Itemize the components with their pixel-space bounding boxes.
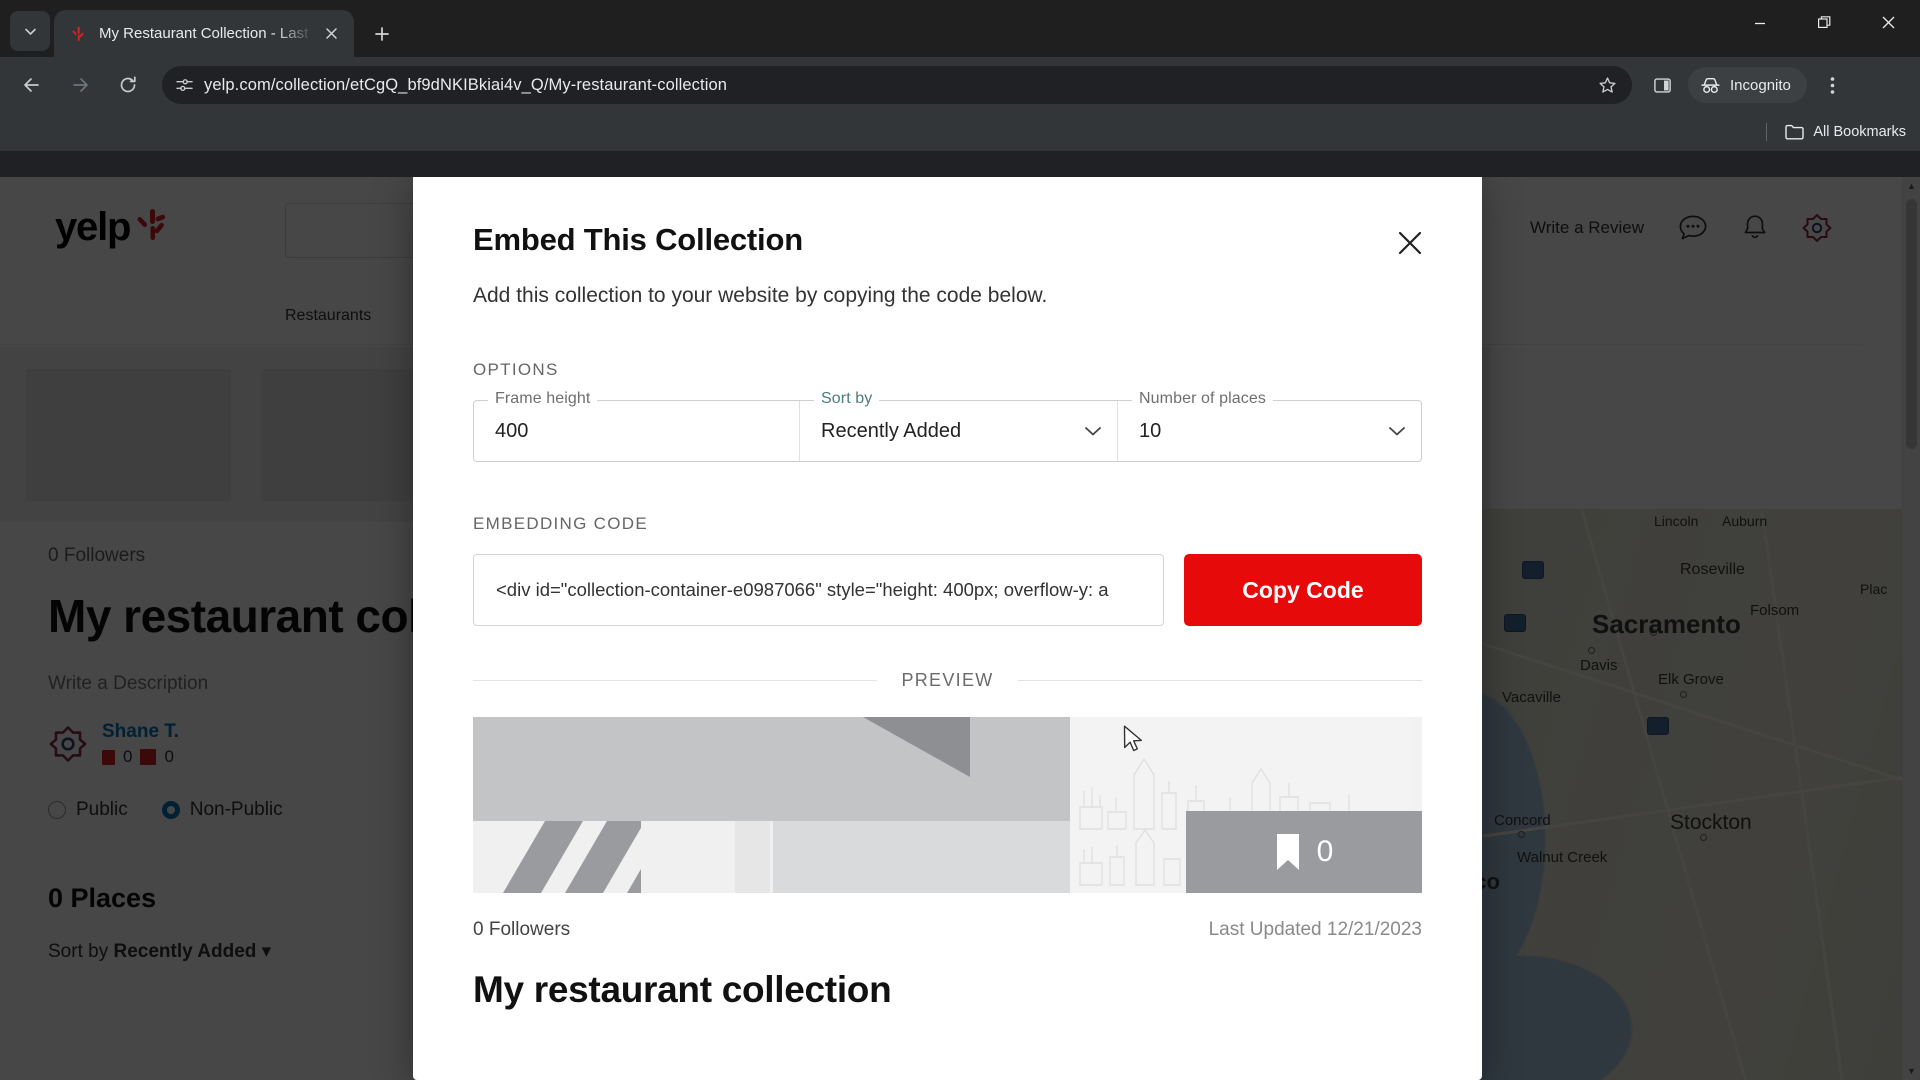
yelp-favicon-icon [70,25,88,43]
page-viewport: yelp [0,177,1920,1080]
reload-button[interactable] [108,65,148,105]
sort-by-legend: Sort by [814,390,880,408]
tab-strip: My Restaurant Collection - Last [0,0,1920,57]
preview-last-updated: Last Updated 12/21/2023 [1208,919,1422,940]
bookmarks-bar: All Bookmarks [0,113,1920,151]
browser-tab[interactable]: My Restaurant Collection - Last [54,10,354,57]
bookmark-icon [1276,834,1299,870]
all-bookmarks-button[interactable]: All Bookmarks [1785,124,1906,140]
options-section-label: OPTIONS [473,360,559,379]
tab-title: My Restaurant Collection - Last [99,25,309,42]
preview-followers: 0 Followers [473,919,571,940]
preview-skyline-placeholder: 0 [1070,717,1422,893]
divider-line-left [473,680,878,681]
minimize-button[interactable] [1728,0,1792,45]
preview-card: 0 0 Followers Last Updated 12/21/2023 My… [473,717,1422,1011]
chevron-down-icon[interactable] [1373,425,1421,437]
back-button[interactable] [12,65,52,105]
site-settings-icon[interactable] [168,69,200,101]
new-tab-button[interactable] [364,16,400,52]
address-bar[interactable]: yelp.com/collection/etCgQ_bf9dNKIBkiai4v… [162,66,1632,104]
modal-title: Embed This Collection [473,222,803,257]
window-controls [1728,0,1920,45]
number-of-places-legend: Number of places [1132,390,1273,408]
forward-button[interactable] [60,65,100,105]
embedding-code-row: <div id="collection-container-e0987066" … [473,554,1422,626]
frame-height-legend: Frame height [488,390,598,408]
preview-bookmark-count: 0 [1316,835,1334,868]
tab-search-button[interactable] [10,11,50,51]
copy-code-button[interactable]: Copy Code [1184,554,1422,626]
three-dot-menu-icon[interactable] [1813,65,1853,105]
preview-label: PREVIEW [901,670,994,690]
preview-meta-row: 0 Followers Last Updated 12/21/2023 [473,919,1422,941]
preview-divider: PREVIEW [473,670,1422,691]
modal-subtitle: Add this collection to your website by c… [473,284,1048,307]
sort-by-field[interactable]: Sort by Recently Added [799,390,1117,461]
frame-height-field[interactable]: Frame height 400 [474,390,799,461]
tab-close-button[interactable] [318,21,344,47]
url-text[interactable]: yelp.com/collection/etCgQ_bf9dNKIBkiai4v… [200,76,1590,95]
frame-height-value[interactable]: 400 [474,420,799,443]
number-of-places-value[interactable]: 10 [1118,420,1373,443]
browser-toolbar: yelp.com/collection/etCgQ_bf9dNKIBkiai4v… [0,57,1920,113]
toolbar-right-group: Incognito [1640,65,1855,105]
incognito-indicator[interactable]: Incognito [1688,67,1807,103]
preview-hero: 0 [473,717,1422,893]
incognito-label: Incognito [1730,76,1791,94]
number-of-places-field[interactable]: Number of places 10 [1117,390,1421,461]
close-window-button[interactable] [1856,0,1920,45]
bookmark-star-icon[interactable] [1590,68,1624,102]
options-field-row: Frame height 400 Sort by Recently Added … [473,390,1422,462]
folder-icon [1785,124,1805,140]
chevron-down-icon[interactable] [1069,425,1117,437]
all-bookmarks-label: All Bookmarks [1813,124,1906,140]
side-panel-icon[interactable] [1642,65,1682,105]
sort-by-value[interactable]: Recently Added [800,420,1069,443]
preview-photo-placeholder [473,717,1070,893]
browser-window: My Restaurant Collection - Last yelp.com… [0,0,1920,1080]
preview-collection-title: My restaurant collection [473,969,892,1010]
close-x-icon[interactable] [1393,226,1427,260]
embed-collection-modal: Embed This Collection Add this collectio… [413,177,1482,1080]
embedding-code-text: <div id="collection-container-e0987066" … [496,579,1109,600]
embedding-code-section-label: EMBEDDING CODE [473,514,648,533]
maximize-restore-button[interactable] [1792,0,1856,45]
divider-line-right [1017,680,1422,681]
preview-bookmark-badge: 0 [1186,811,1422,893]
bookmarks-divider [1766,123,1768,141]
incognito-icon [1700,76,1721,95]
embedding-code-input[interactable]: <div id="collection-container-e0987066" … [473,554,1164,626]
